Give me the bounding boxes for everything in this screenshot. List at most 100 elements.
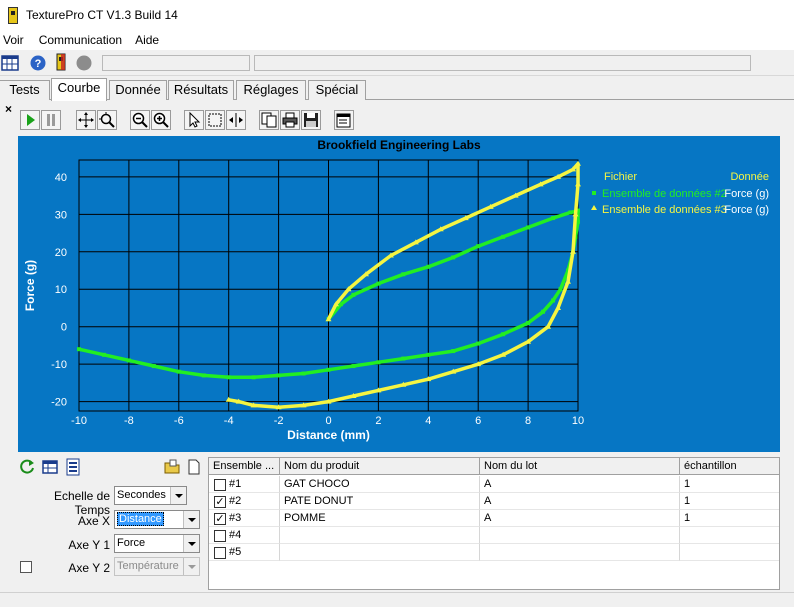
axis-x-select[interactable]: Distance [114, 510, 200, 529]
x-tick-label: 10 [572, 415, 584, 427]
legend-marker [591, 205, 597, 210]
col-header-product[interactable]: Nom du produit [280, 458, 480, 475]
tab-courbe[interactable]: Courbe [51, 78, 107, 101]
axis-y1-select[interactable]: Force [114, 534, 200, 553]
cell-lot-name: A [480, 493, 680, 510]
help-icon[interactable]: ? [29, 54, 47, 72]
tab-donnee[interactable]: Donnée [109, 80, 167, 100]
properties-button[interactable] [334, 110, 354, 130]
new-file-icon[interactable] [187, 459, 201, 475]
print-button[interactable] [280, 110, 300, 130]
series-point [451, 255, 456, 260]
tab-special[interactable]: Spécial [308, 80, 366, 100]
series-point [451, 349, 456, 354]
x-tick-label: -10 [71, 415, 87, 427]
status-bar [0, 592, 794, 607]
series-point [226, 375, 231, 380]
row-checkbox[interactable]: ✓ [214, 496, 226, 508]
col-header-sample[interactable]: échantillon [680, 458, 779, 475]
tab-resultats[interactable]: Résultats [168, 80, 234, 100]
legend-series-name: Ensemble de données #2 [602, 188, 727, 200]
device-icon[interactable] [52, 53, 70, 71]
series-point [126, 358, 131, 363]
app-icon [8, 6, 18, 24]
select-pointer-button[interactable] [184, 110, 204, 130]
series-point [558, 287, 563, 292]
tab-tests[interactable]: Tests [0, 80, 50, 100]
pause-button[interactable] [41, 110, 61, 130]
pointer-icon [189, 111, 201, 128]
cell-product-name: GAT CHOCO [280, 476, 480, 493]
printer-icon [282, 112, 298, 128]
row-checkbox[interactable] [214, 530, 226, 542]
table-row[interactable]: #5 [209, 544, 779, 561]
time-scale-select[interactable]: Secondes [114, 486, 187, 505]
refresh-icon[interactable] [20, 459, 36, 475]
play-button[interactable] [20, 110, 40, 130]
chevron-down-icon [183, 511, 199, 528]
title-bar: TexturePro CT V1.3 Build 14 [0, 0, 794, 30]
tab-bar: Tests Courbe Donnée Résultats Réglages S… [0, 78, 794, 101]
pan-button[interactable] [76, 110, 96, 130]
axis-y2-select[interactable]: Température [114, 557, 200, 576]
menu-aide[interactable]: Aide [132, 33, 165, 47]
cell-sample [680, 527, 779, 544]
y-tick-label: -10 [51, 359, 67, 371]
cell-product-name: POMME [280, 510, 480, 527]
zoom-in-button[interactable] [151, 110, 171, 130]
save-button[interactable] [301, 110, 321, 130]
series-point [551, 298, 556, 303]
series-point [426, 352, 431, 357]
series-point [101, 352, 106, 357]
dataset-list-icon[interactable] [65, 458, 81, 476]
cell-sample [680, 544, 779, 561]
series-point [201, 373, 206, 378]
series-point [476, 244, 481, 249]
zoom-out-button[interactable] [130, 110, 150, 130]
table-view-icon[interactable] [42, 459, 58, 475]
table-row[interactable]: #1 GAT CHOCO A 1 [209, 476, 779, 493]
dataset-id-text: #4 [229, 529, 242, 541]
axis-y2-value: Température [117, 560, 179, 572]
close-panel-button[interactable]: × [5, 102, 12, 116]
series-point [568, 210, 573, 215]
x-tick-label: -2 [274, 415, 284, 427]
col-header-ensemble[interactable]: Ensemble ... [209, 458, 280, 475]
menu-voir[interactable]: Voir [0, 33, 30, 47]
dataset-id-text: #5 [229, 546, 242, 558]
cell-sample: 1 [680, 493, 779, 510]
row-checkbox[interactable]: ✓ [214, 513, 226, 525]
copy-button[interactable] [259, 110, 279, 130]
x-axis-label: Distance (mm) [287, 428, 370, 442]
legend-series-name: Ensemble de données #3 [602, 204, 727, 216]
zoom-out-icon [132, 112, 148, 128]
chart-canvas[interactable]: -10 -8 -6 -4 -2 0 2 4 6 8 10-20-10010203040Distanc… [18, 136, 780, 452]
series-point [276, 373, 281, 378]
y-tick-label: 40 [55, 172, 67, 184]
copy-icon [261, 112, 277, 128]
table-row[interactable]: ✓ #3 POMME A 1 [209, 510, 779, 527]
menu-communication[interactable]: Communication [36, 33, 128, 47]
axis-settings-panel: Echelle de Temps Secondes Axe X Distance… [18, 456, 208, 590]
x-tick-label: 4 [425, 415, 431, 427]
status-field-2 [254, 55, 751, 71]
series-point [526, 225, 531, 230]
legend-header-file: Fichier [604, 171, 637, 183]
col-header-lot[interactable]: Nom du lot [480, 458, 680, 475]
selection-box-icon [208, 113, 222, 127]
table-row[interactable]: ✓ #2 PATE DONUT A 1 [209, 493, 779, 510]
chevron-down-icon [170, 487, 186, 504]
series-point [351, 364, 356, 369]
data-grid-icon[interactable] [1, 54, 19, 72]
tab-reglages[interactable]: Réglages [236, 80, 306, 100]
open-folder-icon[interactable] [164, 459, 181, 475]
row-checkbox[interactable] [214, 479, 226, 491]
chevron-down-icon [183, 535, 199, 552]
zoom-area-button[interactable] [97, 110, 117, 130]
cursor-button[interactable] [226, 110, 246, 130]
table-row[interactable]: #4 [209, 527, 779, 544]
y-tick-label: 20 [55, 247, 67, 259]
select-box-button[interactable] [205, 110, 225, 130]
row-checkbox[interactable] [214, 547, 226, 559]
time-scale-value: Secondes [117, 489, 166, 501]
